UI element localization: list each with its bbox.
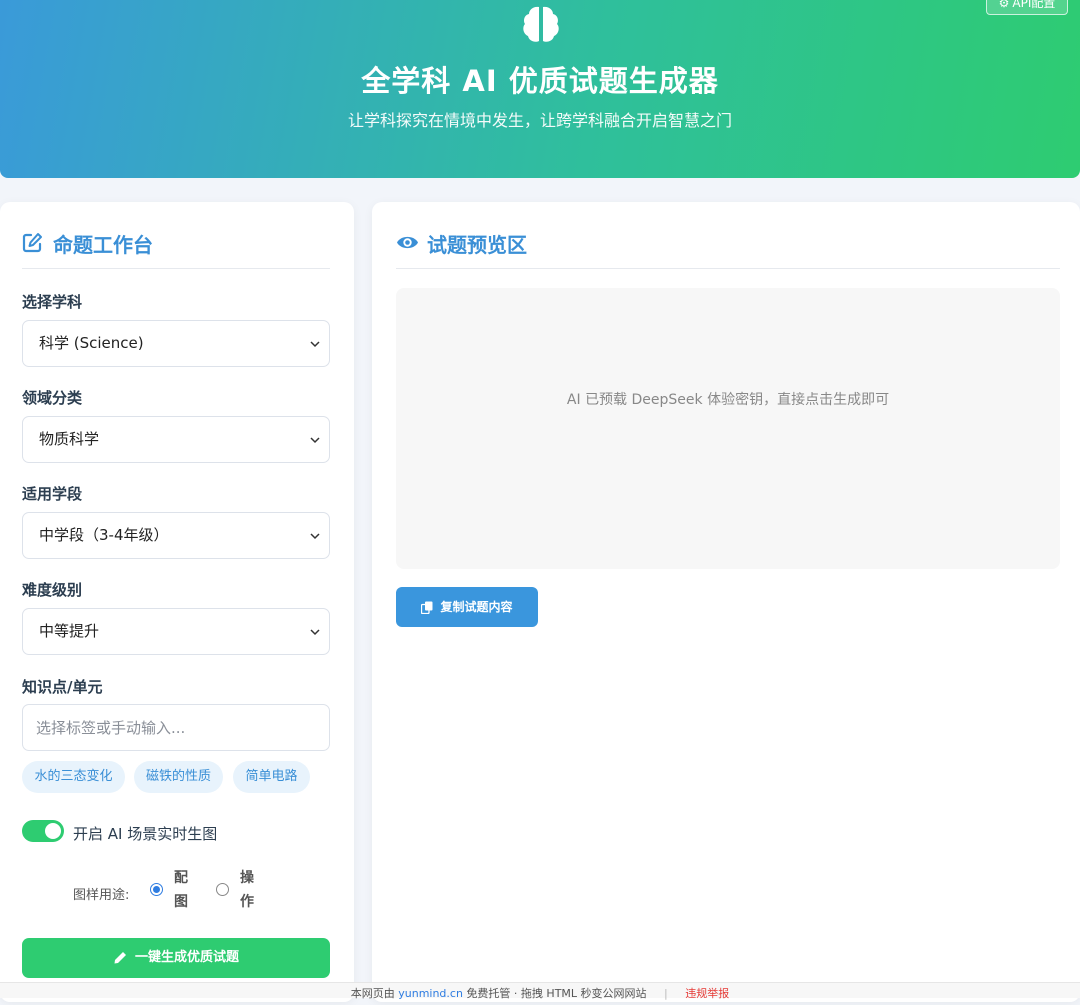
knowledge-tag[interactable]: 水的三态变化: [22, 761, 125, 793]
difficulty-value: 中等提升: [39, 622, 100, 640]
workbench-title-text: 命题工作台: [53, 233, 153, 257]
preview-divider: [396, 268, 1060, 269]
knowledge-tag[interactable]: 简单电路: [233, 761, 310, 793]
knowledge-label: 知识点/单元: [22, 678, 103, 696]
domain-label: 领域分类: [22, 389, 83, 407]
generate-button-label: 一键生成优质试题: [134, 950, 239, 965]
grade-select[interactable]: 中学段（3-4年级）: [22, 512, 330, 559]
preview-title-text: 试题预览区: [427, 233, 527, 257]
knowledge-input[interactable]: [22, 704, 330, 751]
grade-label: 适用学段: [22, 485, 83, 503]
workbench-divider: [22, 268, 330, 269]
report-link[interactable]: 违规举报: [685, 987, 729, 1000]
copy-button-label: 复制试题内容: [440, 600, 513, 614]
chevron-down-icon: [310, 437, 320, 444]
difficulty-label: 难度级别: [22, 581, 83, 599]
api-config-button[interactable]: ⚙ API配置: [986, 0, 1068, 15]
subject-label: 选择学科: [22, 293, 83, 311]
radio-operation-label: 操作: [240, 870, 254, 910]
subject-select[interactable]: 科学 (Science): [22, 320, 330, 367]
preview-placeholder: AI 已预载 DeepSeek 体验密钥，直接点击生成即可: [566, 392, 890, 408]
footer-separator: |: [664, 987, 668, 1000]
eye-icon: [397, 236, 418, 249]
radio-illustration-label: 配图: [174, 870, 188, 910]
edit-icon: [22, 233, 42, 253]
ai-image-toggle[interactable]: [22, 820, 64, 842]
brain-icon: [523, 6, 559, 42]
radio-illustration[interactable]: [150, 883, 163, 896]
knowledge-tag[interactable]: 磁铁的性质: [134, 761, 223, 793]
chevron-down-icon: [310, 629, 320, 636]
radio-operation[interactable]: [216, 883, 229, 896]
footer-bar: 本网页由 yunmind.cn 免费托管 · 拖拽 HTML 秒变公网网站 | …: [0, 982, 1080, 1000]
grade-value: 中学段（3-4年级）: [39, 526, 169, 544]
toggle-knob: [45, 823, 61, 839]
copy-icon: [421, 601, 433, 614]
page-title: 全学科 AI 优质试题生成器: [361, 64, 719, 98]
chevron-down-icon: [310, 533, 320, 540]
ai-image-toggle-label: 开启 AI 场景实时生图: [73, 825, 218, 843]
header-banner: ⚙ API配置 全学科 AI 优质试题生成器 让学科探究在情境中发生，让跨学科融合…: [0, 0, 1080, 178]
workbench-title: 命题工作台: [22, 229, 222, 257]
domain-select[interactable]: 物质科学: [22, 416, 330, 463]
footer-suffix: 免费托管 · 拖拽 HTML 秒变公网网站: [466, 987, 647, 1000]
pencil-icon: [114, 951, 126, 963]
footer-prefix: 本网页由: [350, 987, 395, 1000]
preview-content: AI 已预载 DeepSeek 体验密钥，直接点击生成即可: [396, 288, 1060, 569]
footer-link[interactable]: yunmind.cn: [398, 987, 463, 1000]
domain-value: 物质科学: [39, 430, 100, 448]
gear-icon: ⚙: [998, 0, 1010, 10]
api-config-label: API配置: [1012, 0, 1056, 10]
page-subtitle: 让学科探究在情境中发生，让跨学科融合开启智慧之门: [347, 111, 732, 130]
difficulty-select[interactable]: 中等提升: [22, 608, 330, 655]
preview-title: 试题预览区: [396, 229, 596, 257]
image-usage-label: 图样用途:: [73, 888, 130, 903]
subject-value: 科学 (Science): [39, 334, 144, 352]
generate-button[interactable]: 一键生成优质试题: [22, 938, 330, 978]
copy-button[interactable]: 复制试题内容: [396, 587, 538, 627]
chevron-down-icon: [310, 341, 320, 348]
